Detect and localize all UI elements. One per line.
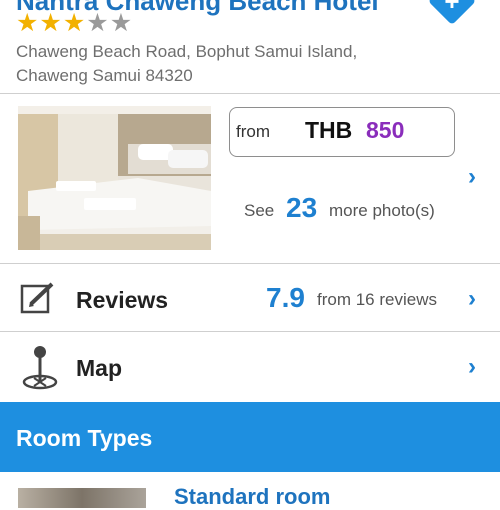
reviews-count: from 16 reviews bbox=[317, 290, 437, 309]
price-currency: THB bbox=[305, 117, 353, 143]
hotel-photo[interactable] bbox=[18, 106, 211, 250]
plus-diamond-icon[interactable]: + bbox=[439, 0, 465, 14]
reviews-score: 7.9 bbox=[266, 282, 305, 313]
chevron-right-icon[interactable]: › bbox=[468, 285, 476, 313]
edit-icon bbox=[20, 282, 56, 316]
reviews-label: Reviews bbox=[76, 287, 169, 313]
map-pin-icon bbox=[20, 344, 60, 390]
price-from-label: from bbox=[236, 122, 270, 141]
see-label: See bbox=[244, 201, 275, 220]
star-rating: ★ ★ ★ ★ ★ bbox=[16, 9, 133, 37]
address-line2: Chaweng Samui 84320 bbox=[16, 66, 193, 85]
divider bbox=[0, 93, 500, 94]
room-types-title: Room Types bbox=[16, 425, 153, 451]
hotel-address: Chaweng Beach Road, Bophut Samui Island,… bbox=[16, 40, 357, 88]
map-row[interactable] bbox=[0, 332, 500, 402]
star-filled-icon: ★ bbox=[62, 9, 86, 37]
star-filled-icon: ★ bbox=[16, 9, 39, 37]
room-name[interactable]: Standard room bbox=[174, 484, 330, 510]
address-line1: Chaweng Beach Road, Bophut Samui Island, bbox=[16, 42, 358, 61]
star-filled-icon: ★ bbox=[39, 9, 62, 37]
price-amount: 850 bbox=[366, 117, 405, 143]
star-empty-icon: ★ bbox=[109, 9, 133, 37]
map-label: Map bbox=[76, 355, 122, 381]
chevron-right-icon[interactable]: › bbox=[468, 163, 476, 191]
hotel-photo-image bbox=[18, 106, 211, 250]
more-photos-label: more photo(s) bbox=[329, 201, 435, 220]
room-thumbnail[interactable] bbox=[18, 488, 146, 508]
star-empty-icon: ★ bbox=[86, 9, 109, 37]
chevron-right-icon[interactable]: › bbox=[468, 353, 476, 381]
photo-count: 23 bbox=[286, 192, 318, 223]
